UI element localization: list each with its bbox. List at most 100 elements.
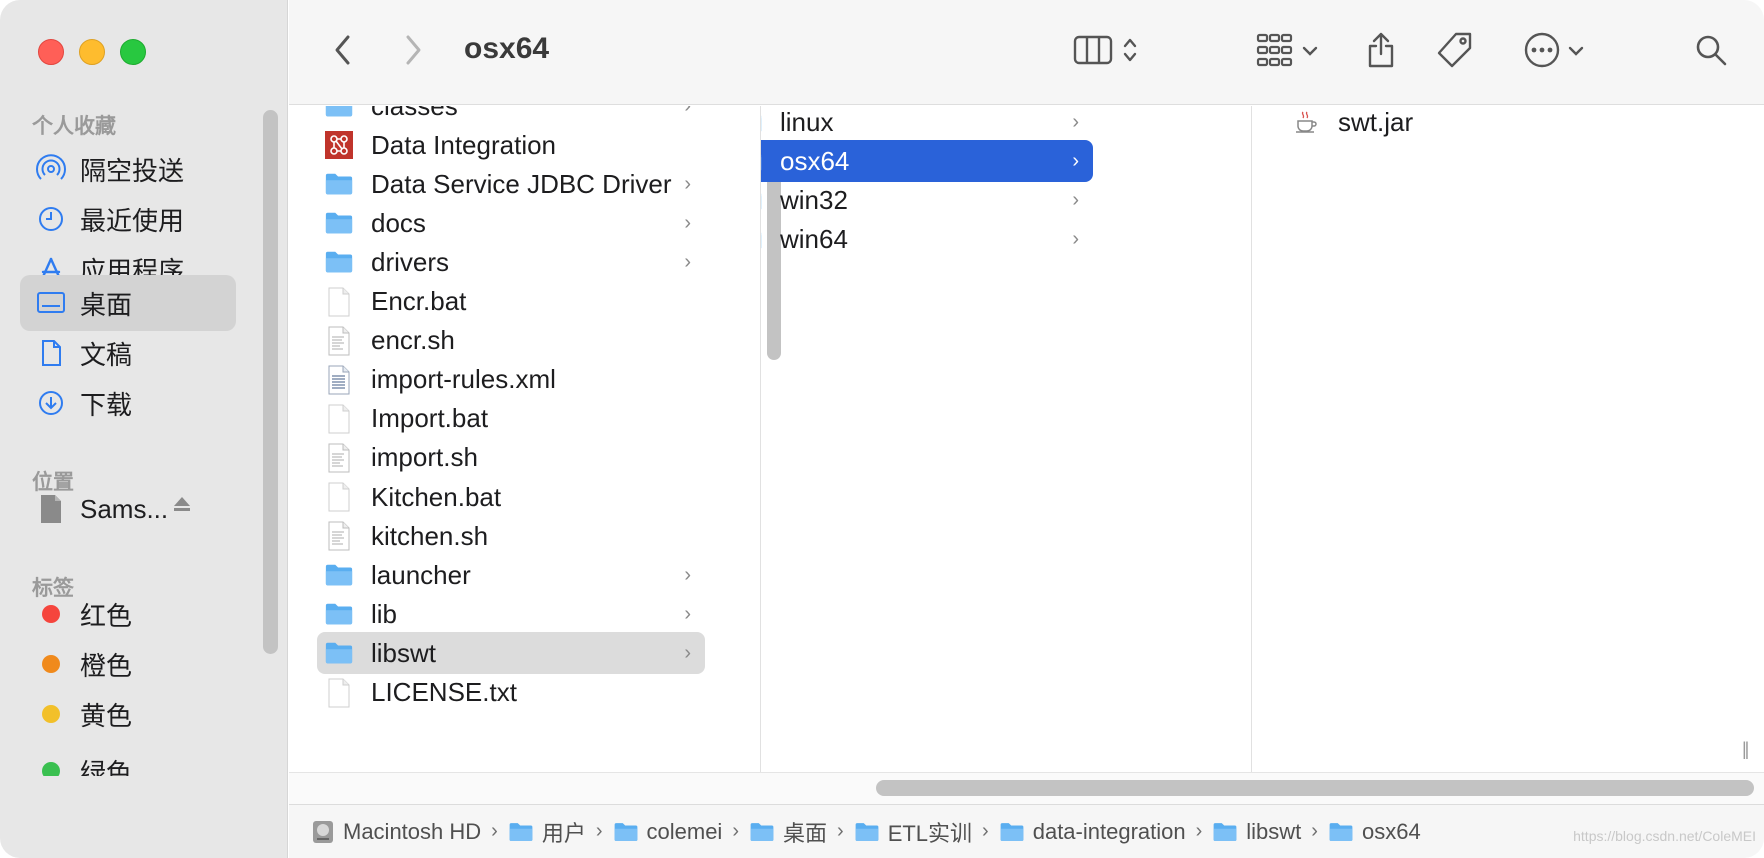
path-crumb[interactable]: ETL实训: [854, 816, 972, 848]
file-row[interactable]: import-rules.xml: [317, 359, 705, 401]
file-icon: [321, 481, 357, 513]
file-row[interactable]: LICENSE.txt: [317, 672, 705, 714]
toolbar: osx64: [289, 0, 1764, 105]
item-name: Import.bat: [371, 403, 489, 434]
sidebar-item-tag-red[interactable]: 红色: [20, 586, 236, 642]
path-separator-icon: ›: [837, 820, 844, 842]
file-row[interactable]: swt.jar: [1278, 106, 1678, 143]
file-row[interactable]: Encr.bat: [317, 281, 705, 323]
item-name: drivers: [371, 246, 450, 277]
folder-icon: [321, 207, 357, 239]
path-crumb[interactable]: 用户: [508, 816, 586, 848]
watermark: https://blog.csdn.net/ColeMEI: [1573, 828, 1756, 844]
forward-button[interactable]: [395, 30, 431, 74]
sidebar-item-samsung-drive[interactable]: Sams...: [20, 481, 236, 537]
path-crumb[interactable]: colemei: [613, 819, 722, 845]
sidebar-item-airdrop[interactable]: 隔空投送: [20, 141, 236, 197]
chevron-right-icon: ›: [684, 106, 691, 117]
file-row[interactable]: import.sh: [317, 437, 705, 479]
chevron-left-icon: [333, 34, 353, 71]
path-crumb[interactable]: osx64: [1328, 819, 1421, 845]
share-icon: [1365, 31, 1397, 74]
close-window-button[interactable]: [38, 39, 64, 65]
chevron-right-icon: ›: [684, 173, 691, 196]
chevron-up-down-icon: [1123, 36, 1137, 69]
file-icon: [321, 403, 357, 435]
item-name: Data Integration: [371, 129, 557, 160]
zoom-window-button[interactable]: [120, 39, 146, 65]
folder-icon: [761, 106, 766, 138]
folder-row[interactable]: osx64 ›: [761, 140, 1093, 183]
tag-button[interactable]: [1433, 30, 1477, 74]
sidebar-item-label: 文稿: [80, 339, 133, 370]
file-row[interactable]: kitchen.sh: [317, 515, 705, 557]
hard-drive-icon: [311, 819, 335, 845]
item-name: swt.jar: [1338, 106, 1414, 137]
horizontal-scrollbar[interactable]: [876, 780, 1754, 796]
chevron-down-icon: [1568, 43, 1584, 61]
script-file-icon: [321, 442, 357, 474]
item-name: launcher: [371, 559, 471, 590]
path-separator-icon: ›: [732, 820, 739, 842]
sidebar-item-documents[interactable]: 文稿: [20, 325, 236, 381]
path-crumb[interactable]: Macintosh HD: [311, 819, 481, 845]
chevron-right-icon: ›: [1072, 111, 1079, 133]
file-row[interactable]: Data Integration: [317, 124, 705, 166]
item-name: import.sh: [371, 442, 478, 473]
column-resize-handle[interactable]: ||: [1742, 739, 1750, 760]
view-mode-button[interactable]: [1065, 30, 1145, 74]
clock-icon: [36, 204, 66, 234]
folder-icon: [1328, 821, 1354, 843]
path-crumb-label: data-integration: [1032, 818, 1186, 844]
favorites-section-title: 个人收藏: [32, 115, 116, 138]
path-crumb-label: osx64: [1361, 818, 1421, 844]
folder-row[interactable]: win64 ›: [761, 218, 1093, 260]
desktop-folder-icon: [749, 821, 775, 843]
minimize-window-button[interactable]: [79, 39, 105, 65]
group-button[interactable]: [1251, 30, 1323, 74]
back-button[interactable]: [325, 30, 361, 74]
chevron-right-icon: ›: [1072, 228, 1079, 251]
drive-icon: [36, 494, 66, 524]
folder-row[interactable]: launcher ›: [317, 554, 705, 596]
sidebar-item-recents[interactable]: 最近使用: [20, 191, 236, 247]
path-crumb[interactable]: 桌面: [749, 816, 827, 848]
item-name: import-rules.xml: [371, 364, 556, 395]
share-button[interactable]: [1361, 30, 1401, 74]
search-button[interactable]: [1691, 30, 1731, 74]
path-crumb[interactable]: libswt: [1212, 819, 1301, 845]
folder-row[interactable]: linux ›: [761, 106, 1093, 143]
file-row[interactable]: Kitchen.bat: [317, 476, 705, 518]
chevron-right-icon: ›: [684, 212, 691, 235]
sidebar-item-downloads[interactable]: 下载: [20, 375, 236, 431]
file-row[interactable]: encr.sh: [317, 320, 705, 362]
chevron-right-icon: ›: [1072, 150, 1079, 173]
folder-icon: [761, 223, 766, 255]
item-name: win32: [780, 184, 848, 215]
more-actions-button[interactable]: [1519, 30, 1589, 74]
path-separator-icon: ›: [491, 820, 498, 842]
sidebar-item-tag-yellow[interactable]: 黄色: [20, 686, 236, 742]
path-crumb[interactable]: data-integration: [999, 819, 1186, 845]
jar-file-icon: [1288, 106, 1324, 138]
chevron-right-icon: ›: [684, 603, 691, 626]
folder-icon: [854, 821, 880, 843]
sidebar-item-tag-orange[interactable]: 橙色: [20, 636, 236, 692]
sidebar-scrollbar[interactable]: [263, 110, 278, 654]
folder-row[interactable]: Data Service JDBC Driver ›: [317, 163, 705, 205]
sidebar-item-label: 最近使用: [80, 205, 185, 236]
folder-row[interactable]: lib ›: [317, 593, 705, 635]
sidebar-item-tag-green[interactable]: 绿色: [20, 736, 236, 776]
item-name: lib: [371, 598, 398, 629]
folder-row[interactable]: docs ›: [317, 202, 705, 244]
item-name: Kitchen.bat: [371, 481, 502, 512]
folder-row[interactable]: libswt ›: [317, 632, 705, 675]
sidebar-item-label: 红色: [80, 600, 133, 631]
folder-row[interactable]: win32 ›: [761, 179, 1093, 221]
folder-row[interactable]: drivers ›: [317, 241, 705, 283]
sidebar-item-desktop[interactable]: 桌面: [20, 275, 236, 331]
item-name: kitchen.sh: [371, 520, 489, 551]
file-row[interactable]: Import.bat: [317, 398, 705, 440]
eject-icon[interactable]: [172, 495, 192, 518]
item-name: libswt: [371, 637, 437, 668]
